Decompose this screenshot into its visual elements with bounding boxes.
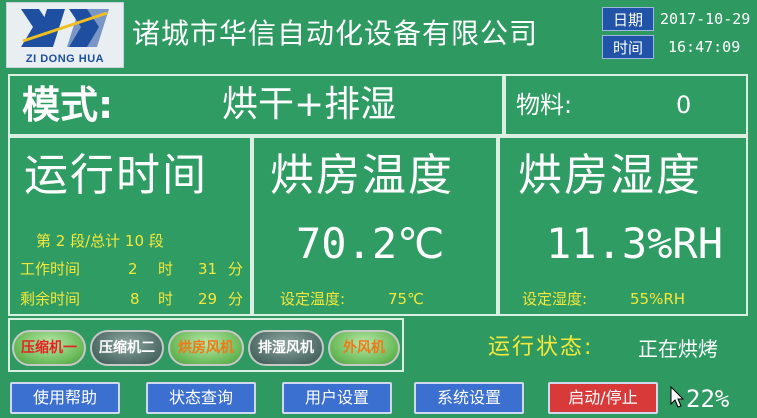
temperature-setpoint-value: 75℃ bbox=[388, 290, 424, 308]
work-hour-unit: 时 bbox=[158, 260, 174, 278]
mode-value[interactable]: 烘干+排湿 bbox=[222, 77, 396, 133]
temperature-title: 烘房温度 bbox=[270, 150, 454, 201]
humidity-panel: 烘房湿度 11.3%RH 设定湿度: 55%RH bbox=[498, 136, 748, 316]
temperature-setpoint-label: 设定温度: bbox=[280, 290, 346, 308]
mouse-cursor-icon bbox=[670, 385, 685, 410]
company-logo: ZI DONG HUA bbox=[6, 2, 124, 68]
date-label: 日期 bbox=[602, 7, 654, 31]
time-value: 16:47:09 bbox=[668, 38, 741, 56]
work-hours: 2 bbox=[128, 260, 138, 278]
company-name: 诸城市华信自动化设备有限公司 bbox=[132, 17, 539, 50]
humidity-setpoint-label: 设定湿度: bbox=[522, 290, 588, 308]
material-value[interactable]: 0 bbox=[676, 77, 691, 133]
progress-percent: 22% bbox=[686, 385, 730, 413]
runtime-panel: 运行时间 第 2 段/总计 10 段 工作时间 2 时 31 分 剩余时间 8 … bbox=[8, 136, 252, 316]
compressor-1-indicator[interactable]: 压缩机一 bbox=[12, 330, 86, 366]
status-query-button[interactable]: 状态查询 bbox=[146, 382, 256, 414]
time-label: 时间 bbox=[602, 35, 654, 59]
remain-hours: 8 bbox=[130, 290, 140, 308]
run-status-label: 运行状态: bbox=[488, 335, 594, 360]
logo-text: ZI DONG HUA bbox=[25, 53, 105, 65]
mode-label: 模式: bbox=[22, 83, 114, 127]
humidity-title: 烘房湿度 bbox=[518, 150, 702, 201]
logo-mark-icon bbox=[21, 9, 109, 47]
compressor-2-indicator[interactable]: 压缩机二 bbox=[90, 330, 164, 366]
stage-line: 第 2 段/总计 10 段 bbox=[36, 232, 164, 250]
humidity-value: 11.3%RH bbox=[546, 219, 724, 268]
mode-panel: 模式: 烘干+排湿 bbox=[8, 74, 504, 136]
material-panel: 物料: 0 bbox=[504, 74, 748, 136]
run-status-value: 正在烘烤 bbox=[638, 337, 718, 361]
work-minute-unit: 分 bbox=[228, 260, 244, 278]
remain-time-label: 剩余时间 bbox=[20, 290, 81, 308]
temperature-value: 70.2℃ bbox=[296, 219, 445, 268]
start-stop-button[interactable]: 启动/停止 bbox=[548, 382, 658, 414]
runtime-title: 运行时间 bbox=[24, 150, 208, 201]
user-settings-button[interactable]: 用户设置 bbox=[282, 382, 392, 414]
date-value: 2017-10-29 bbox=[660, 10, 751, 28]
work-minutes: 31 bbox=[198, 260, 218, 278]
help-button[interactable]: 使用帮助 bbox=[10, 382, 120, 414]
system-settings-button[interactable]: 系统设置 bbox=[414, 382, 524, 414]
work-time-label: 工作时间 bbox=[20, 260, 81, 278]
humidity-setpoint-value: 55%RH bbox=[630, 290, 686, 308]
remain-minute-unit: 分 bbox=[228, 290, 244, 308]
remain-minutes: 29 bbox=[198, 290, 218, 308]
material-label: 物料: bbox=[516, 91, 573, 119]
temperature-panel: 烘房温度 70.2℃ 设定温度: 75℃ bbox=[252, 136, 498, 316]
dehumidify-fan-indicator[interactable]: 排湿风机 bbox=[248, 330, 324, 366]
outdoor-fan-indicator[interactable]: 外风机 bbox=[328, 330, 400, 366]
remain-hour-unit: 时 bbox=[158, 290, 174, 308]
drying-fan-indicator[interactable]: 烘房风机 bbox=[168, 330, 244, 366]
